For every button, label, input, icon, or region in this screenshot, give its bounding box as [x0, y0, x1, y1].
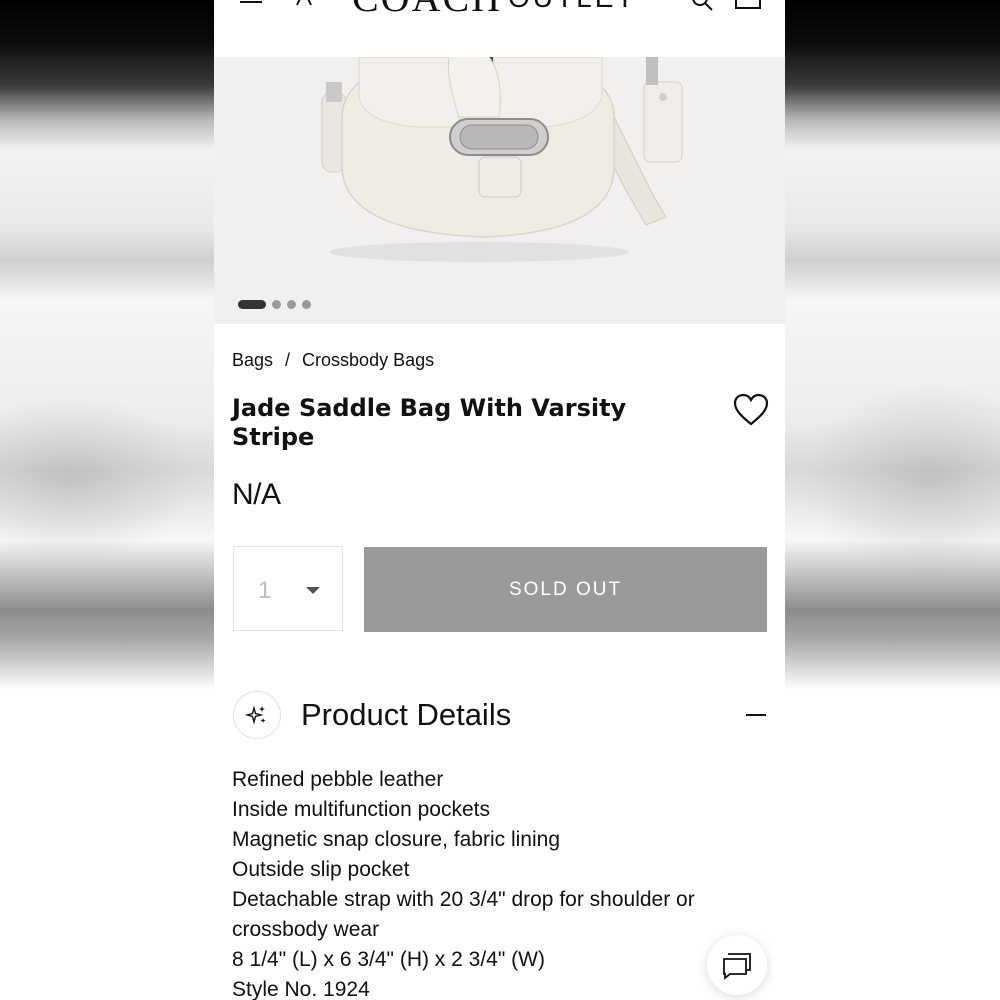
- detail-item: 8 1/4" (L) x 6 3/4" (H) x 2 3/4" (W): [232, 948, 545, 971]
- gallery-dot-2[interactable]: [272, 300, 281, 309]
- detail-item: Detachable strap with 20 3/4" drop for s…: [232, 888, 695, 941]
- chat-icon: [723, 953, 751, 980]
- collapse-icon[interactable]: [746, 714, 766, 716]
- sold-out-button[interactable]: SOLD OUT: [364, 547, 767, 632]
- heart-icon[interactable]: [733, 393, 769, 427]
- product-page: COACH OUTLET 0: [214, 0, 785, 1000]
- cart-icon[interactable]: 0: [734, 0, 764, 10]
- cart-count: 0: [744, 0, 752, 2]
- detail-item: Inside multifunction pockets: [232, 798, 490, 821]
- brand-sub: OUTLET: [508, 0, 636, 13]
- product-details-list: Refined pebble leather Inside multifunct…: [232, 765, 752, 1000]
- product-image-gallery[interactable]: [214, 57, 785, 324]
- breadcrumb-separator: /: [285, 350, 291, 370]
- product-details-heading[interactable]: Product Details: [301, 697, 511, 733]
- brand-name: COACH: [352, 0, 502, 20]
- gallery-dot-1[interactable]: [238, 300, 266, 309]
- product-title: Jade Saddle Bag With Varsity Stripe: [232, 394, 627, 451]
- site-header: COACH OUTLET 0: [214, 0, 785, 57]
- product-price: N/A: [232, 478, 281, 511]
- menu-icon[interactable]: [240, 0, 262, 6]
- detail-item: Refined pebble leather: [232, 768, 444, 791]
- search-icon[interactable]: [690, 0, 714, 12]
- account-icon[interactable]: [294, 0, 314, 6]
- breadcrumb: Bags / Crossbody Bags: [232, 350, 434, 371]
- quantity-select[interactable]: 1: [233, 546, 343, 631]
- gallery-dot-4[interactable]: [302, 300, 311, 309]
- chevron-down-icon: [306, 587, 320, 594]
- sparkle-icon: [233, 691, 281, 739]
- chat-button[interactable]: [707, 935, 767, 995]
- detail-item: Magnetic snap closure, fabric lining: [232, 828, 561, 851]
- detail-item: Outside slip pocket: [232, 858, 410, 881]
- breadcrumb-bags[interactable]: Bags: [232, 350, 273, 370]
- gallery-dot-3[interactable]: [287, 300, 296, 309]
- detail-item: Style No. 1924: [232, 978, 370, 1000]
- gallery-pagination[interactable]: [238, 300, 311, 309]
- brand-logo[interactable]: COACH OUTLET: [352, 0, 637, 21]
- product-image: [321, 57, 683, 262]
- breadcrumb-crossbody-bags[interactable]: Crossbody Bags: [302, 350, 434, 370]
- quantity-value: 1: [258, 577, 272, 604]
